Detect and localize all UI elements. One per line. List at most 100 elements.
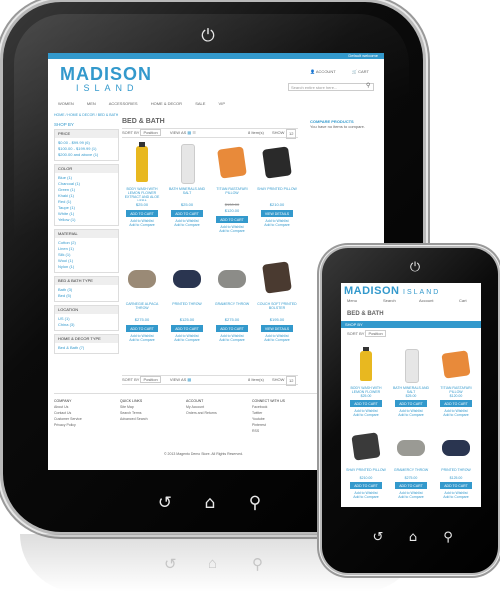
- tablet-home-icon[interactable]: ⌂: [200, 493, 220, 513]
- product-image[interactable]: [395, 347, 427, 384]
- phone-search-icon[interactable]: ⚲: [440, 530, 456, 545]
- product-image[interactable]: [350, 347, 382, 383]
- product-image[interactable]: [350, 429, 382, 465]
- product-image[interactable]: [440, 347, 472, 383]
- compare-link[interactable]: Add to Compare: [212, 338, 252, 342]
- phone-logo[interactable]: MADISON ISLAND: [344, 285, 440, 297]
- add-to-cart-button[interactable]: ADD TO CART: [126, 210, 158, 217]
- compare-link[interactable]: Add to Compare: [167, 338, 207, 342]
- product-name[interactable]: CARNEGIE ALPACA THROW: [122, 302, 162, 316]
- product-image[interactable]: [261, 142, 293, 184]
- footer-link[interactable]: Orders and Returns: [186, 410, 244, 416]
- product-image[interactable]: [126, 257, 158, 299]
- phone-compare-link[interactable]: Add to Compare: [345, 413, 387, 417]
- compare-link[interactable]: Add to Compare: [122, 223, 162, 227]
- phone-add-to-cart-button[interactable]: ADD TO CART: [440, 400, 472, 407]
- add-to-cart-button[interactable]: ADD TO CART: [171, 325, 203, 332]
- product-name[interactable]: COUCH SOFT PRINTED BOLSTER: [257, 302, 297, 316]
- show-select[interactable]: 12: [286, 376, 297, 386]
- add-to-cart-button[interactable]: ADD TO CART: [126, 325, 158, 332]
- phone-add-to-cart-button[interactable]: ADD TO CART: [350, 400, 382, 407]
- nav-item[interactable]: WOMEN: [58, 101, 74, 106]
- grid-view-icon[interactable]: ▦: [187, 130, 191, 135]
- phone-product-name[interactable]: BODY WASH WITH LEMON FLOWER EXTRACT AND …: [345, 386, 387, 394]
- phone-add-to-cart-button[interactable]: ADD TO CART: [395, 482, 427, 489]
- filter-option[interactable]: Nylon (1): [58, 264, 115, 270]
- phone-nav-cart[interactable]: Cart: [459, 298, 467, 303]
- footer-link[interactable]: Advanced Search: [120, 416, 178, 422]
- phone-compare-link[interactable]: Add to Compare: [435, 413, 477, 417]
- cart-link[interactable]: 🛒 CART: [352, 69, 369, 74]
- phone-add-to-cart-button[interactable]: ADD TO CART: [395, 400, 427, 407]
- footer-link[interactable]: Privacy Policy: [54, 422, 112, 428]
- filter-option[interactable]: Bed & Bath (7): [58, 345, 115, 351]
- show-select[interactable]: 12: [286, 129, 297, 139]
- add-to-cart-button[interactable]: ADD TO CART: [171, 210, 203, 217]
- site-logo[interactable]: MADISON ISLAND: [60, 65, 152, 93]
- nav-item[interactable]: ACCESSORIES: [109, 101, 138, 106]
- compare-link[interactable]: Add to Compare: [257, 338, 297, 342]
- sort-select[interactable]: Position: [140, 129, 161, 136]
- grid-view-icon[interactable]: ▦: [187, 377, 191, 382]
- phone-add-to-cart-button[interactable]: ADD TO CART: [440, 482, 472, 489]
- account-link[interactable]: 👤 ACCOUNT: [310, 69, 336, 74]
- search-icon[interactable]: ⚲: [366, 82, 370, 89]
- product-image[interactable]: [261, 257, 293, 299]
- product-name[interactable]: GRAMERCY THROW: [212, 302, 252, 316]
- product-image[interactable]: [216, 142, 248, 184]
- product-image[interactable]: [440, 429, 472, 465]
- phone-compare-link[interactable]: Add to Compare: [435, 495, 477, 499]
- filter-option[interactable]: $200.00 and above (1): [58, 152, 115, 158]
- product-name[interactable]: BATH MINERALS AND SALT: [167, 187, 207, 201]
- nav-item[interactable]: SALE: [195, 101, 205, 106]
- phone-back-icon[interactable]: ↺: [370, 530, 386, 545]
- product-image[interactable]: [395, 429, 427, 465]
- phone-filter-bar[interactable]: SHOP BY: [341, 321, 481, 328]
- phone-product-name[interactable]: PRINTED THROW: [435, 468, 477, 476]
- add-to-cart-button[interactable]: VIEW DETAILS: [260, 210, 294, 217]
- phone-product-name[interactable]: BATH MINERALS AND SALT: [390, 386, 432, 394]
- nav-item[interactable]: HOME & DECOR: [151, 101, 182, 106]
- tablet-power-icon[interactable]: ⏻: [198, 26, 218, 46]
- phone-add-to-cart-button[interactable]: ADD TO CART: [350, 482, 382, 489]
- phone-power-icon[interactable]: ⏻: [407, 260, 423, 275]
- compare-link[interactable]: Add to Compare: [212, 229, 252, 233]
- nav-item[interactable]: VIP: [219, 101, 225, 106]
- compare-link[interactable]: Add to Compare: [257, 223, 297, 227]
- phone-nav-menu[interactable]: Menu: [347, 298, 357, 303]
- compare-link[interactable]: Add to Compare: [122, 338, 162, 342]
- filter-option[interactable]: Yellow (1): [58, 217, 115, 223]
- phone-product-name[interactable]: SHAY PRINTED PILLOW: [345, 468, 387, 476]
- product-name[interactable]: SHAY PRINTED PILLOW: [257, 187, 297, 201]
- product-name[interactable]: BODY WASH WITH LEMON FLOWER EXTRACT AND …: [122, 187, 162, 201]
- phone-product-name[interactable]: TITIAN RASTAFARI PILLOW: [435, 386, 477, 394]
- tablet-back-icon[interactable]: ↺: [155, 493, 175, 513]
- product-name[interactable]: TITIAN RASTAFARI PILLOW: [212, 187, 252, 201]
- phone-home-icon[interactable]: ⌂: [405, 530, 421, 545]
- tablet-search-icon[interactable]: ⚲: [245, 493, 265, 513]
- list-view-icon[interactable]: ☰: [192, 130, 196, 135]
- add-to-cart-button[interactable]: VIEW DETAILS: [260, 325, 294, 332]
- add-to-cart-button[interactable]: ADD TO CART: [216, 325, 248, 332]
- product-image[interactable]: [171, 142, 203, 184]
- nav-item[interactable]: MEN: [87, 101, 96, 106]
- phone-nav-search[interactable]: Search: [383, 298, 396, 303]
- product-image[interactable]: [171, 257, 203, 299]
- product-name[interactable]: PRINTED THROW: [167, 302, 207, 316]
- filter-option[interactable]: China (3): [58, 322, 115, 328]
- sort-select[interactable]: Position: [140, 376, 161, 383]
- phone-nav-account[interactable]: Account: [419, 298, 433, 303]
- phone-product-name[interactable]: GRAMERCY THROW: [390, 468, 432, 476]
- add-to-cart-button[interactable]: ADD TO CART: [216, 216, 248, 223]
- product-image[interactable]: [126, 142, 158, 184]
- filter-option[interactable]: Bed (5): [58, 293, 115, 299]
- compare-link[interactable]: Add to Compare: [167, 223, 207, 227]
- phone-sort-select[interactable]: Position: [365, 330, 386, 337]
- product-image[interactable]: [216, 257, 248, 299]
- phone-compare-link[interactable]: Add to Compare: [345, 495, 387, 499]
- phone-compare-link[interactable]: Add to Compare: [390, 495, 432, 499]
- breadcrumb[interactable]: HOME / HOME & DECOR / BED & BATH: [54, 113, 118, 117]
- search-input[interactable]: Search entire store here...: [288, 83, 374, 91]
- footer-link[interactable]: RSS: [252, 428, 310, 434]
- phone-compare-link[interactable]: Add to Compare: [390, 413, 432, 417]
